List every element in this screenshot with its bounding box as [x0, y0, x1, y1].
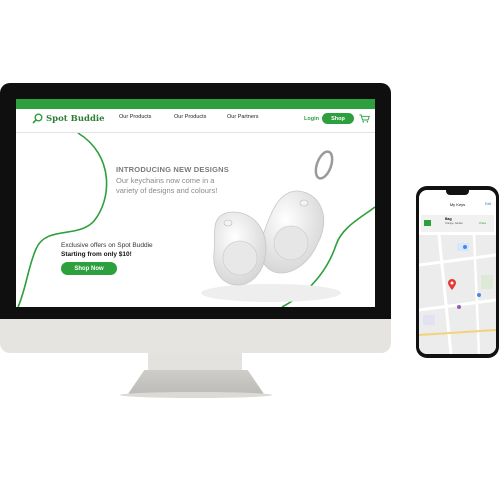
- nav-our-partners[interactable]: Our Partners: [227, 114, 258, 120]
- brand-logo[interactable]: Spot Buddie: [32, 113, 105, 124]
- map-pin-icon: [448, 279, 456, 290]
- nav-divider: [16, 132, 375, 133]
- smartphone: My Keys Edit Bag Orange, Garden Online: [416, 186, 499, 358]
- monitor-bezel: Spot Buddie Our Products Our Products Ou…: [0, 83, 391, 319]
- keychain-product-image: [201, 150, 341, 302]
- desktop-monitor: Spot Buddie Our Products Our Products Ou…: [0, 83, 391, 353]
- offer-price: Starting from only $10!: [61, 251, 132, 258]
- brand-name: Spot Buddie: [46, 113, 105, 124]
- magnifier-logo-icon: [32, 113, 43, 124]
- shop-now-button[interactable]: Shop Now: [61, 262, 117, 275]
- monitor-chin: [0, 319, 391, 353]
- phone-notch: [446, 190, 469, 195]
- monitor-stand-base: [128, 370, 264, 394]
- edit-button[interactable]: Edit: [485, 202, 491, 206]
- key-thumbnail-icon: [424, 220, 431, 226]
- top-accent-bar: [16, 99, 375, 109]
- map-streets: [419, 234, 496, 354]
- login-link[interactable]: Login: [304, 116, 319, 122]
- key-location: Orange, Garden: [445, 222, 464, 225]
- map-view[interactable]: [419, 234, 496, 354]
- key-name: Bag: [445, 217, 452, 221]
- nav-our-products-1[interactable]: Our Products: [119, 114, 151, 120]
- phone-screen: My Keys Edit Bag Orange, Garden Online: [419, 190, 496, 354]
- cart-icon[interactable]: [359, 114, 370, 123]
- nav-our-products-2[interactable]: Our Products: [174, 114, 206, 120]
- website-screen: Spot Buddie Our Products Our Products Ou…: [16, 99, 375, 307]
- offer-text: Exclusive offers on Spot Buddie: [61, 242, 153, 249]
- shop-button[interactable]: Shop: [322, 113, 354, 124]
- stand-shadow: [120, 392, 272, 398]
- key-status: Online: [479, 222, 487, 225]
